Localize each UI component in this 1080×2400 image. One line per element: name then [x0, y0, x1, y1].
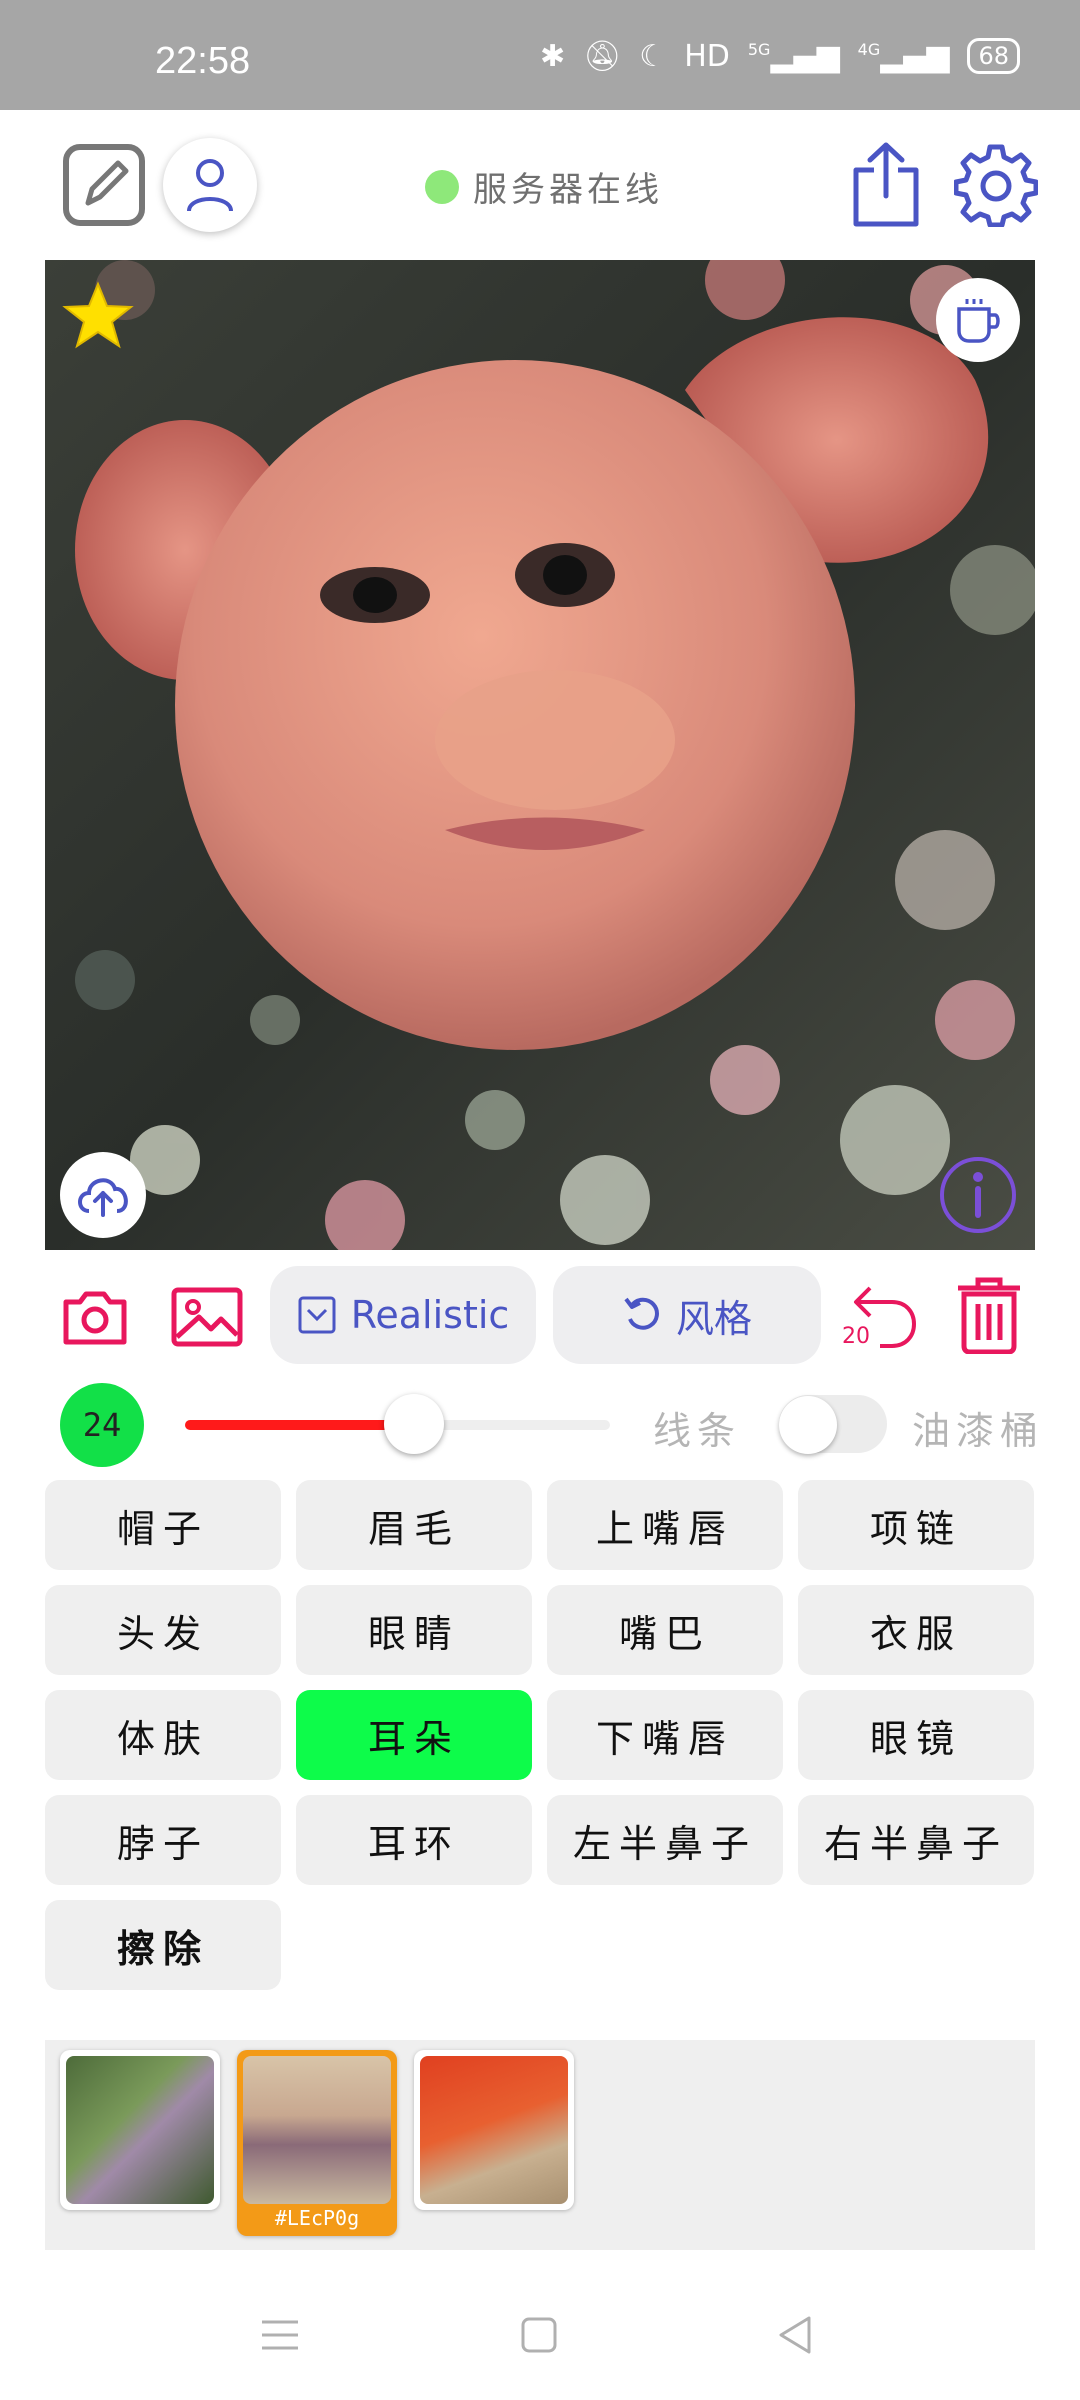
- menu-icon: [262, 2320, 298, 2350]
- part-button-clothes[interactable]: 衣服: [798, 1585, 1034, 1675]
- brush-size-indicator: 24: [60, 1383, 144, 1467]
- gallery-button[interactable]: [170, 1282, 244, 1352]
- user-button[interactable]: [163, 138, 257, 232]
- part-button-neck[interactable]: 脖子: [45, 1795, 281, 1885]
- upload-button[interactable]: [60, 1152, 146, 1238]
- paint-bucket-toggle-knob[interactable]: [779, 1396, 837, 1454]
- part-button-earrings[interactable]: 耳环: [296, 1795, 532, 1885]
- status-icons: ✱ 🔕︎ ☾ HD 5G▂▄▆ 4G▂▄▆ 68: [540, 38, 1020, 74]
- undo-count: 20: [842, 1324, 870, 1349]
- status-time: 22:58: [155, 40, 251, 82]
- star-icon: [62, 281, 134, 349]
- gear-icon: [954, 144, 1038, 227]
- lines-mode-label: 线条: [653, 1409, 742, 1453]
- history-thumbnail-image: [243, 2056, 391, 2204]
- image-icon: [171, 1287, 243, 1347]
- style-label: Realistic: [350, 1293, 510, 1337]
- undo-button[interactable]: 20: [840, 1276, 920, 1356]
- settings-button[interactable]: [954, 143, 1038, 227]
- share-icon: [853, 142, 919, 227]
- part-button-eyebrows[interactable]: 眉毛: [296, 1480, 532, 1570]
- camera-icon: [63, 1291, 127, 1345]
- home-square-icon: [521, 2317, 557, 2353]
- signal-5g-icon: 5G▂▄▆: [747, 38, 840, 74]
- status-bar: 22:58 ✱ 🔕︎ ☾ HD 5G▂▄▆ 4G▂▄▆ 68: [0, 0, 1080, 110]
- user-icon: [187, 159, 233, 212]
- history-thumbnail-active[interactable]: #LEcP0g: [237, 2050, 397, 2236]
- part-button-hair[interactable]: 头发: [45, 1585, 281, 1675]
- signal-4g-icon: 4G▂▄▆: [857, 38, 950, 74]
- network-label: HD: [684, 38, 730, 74]
- checkbox-icon: [298, 1296, 336, 1334]
- server-status-label: 服务器在线: [473, 170, 663, 210]
- part-button-upper-lip[interactable]: 上嘴唇: [547, 1480, 783, 1570]
- brush-size-slider-thumb[interactable]: [384, 1394, 444, 1454]
- server-status-dot: [425, 169, 459, 204]
- share-button[interactable]: [848, 140, 924, 230]
- part-button-right-nose[interactable]: 右半鼻子: [798, 1795, 1034, 1885]
- style-select-button[interactable]: Realistic: [270, 1266, 536, 1364]
- part-button-skin[interactable]: 体肤: [45, 1690, 281, 1780]
- part-button-mouth[interactable]: 嘴巴: [547, 1585, 783, 1675]
- erase-button[interactable]: 擦除: [45, 1900, 281, 1990]
- rotate-icon: [624, 1297, 659, 1330]
- generated-image-canvas[interactable]: [45, 260, 1035, 1250]
- part-button-eyes[interactable]: 眼睛: [296, 1585, 532, 1675]
- coffee-button[interactable]: [936, 278, 1020, 362]
- restyle-button[interactable]: 风格: [553, 1266, 821, 1364]
- restyle-label: 风格: [675, 1296, 752, 1341]
- battery-indicator: 68: [967, 38, 1020, 74]
- bluetooth-icon: ✱: [540, 38, 566, 74]
- paint-bucket-label: 油漆桶: [912, 1409, 1045, 1453]
- history-thumbnail-image: [420, 2056, 568, 2204]
- cloud-upload-icon: [78, 1178, 128, 1217]
- part-button-lower-lip[interactable]: 下嘴唇: [547, 1690, 783, 1780]
- back-triangle-icon: [779, 2316, 811, 2354]
- part-button-necklace[interactable]: 项链: [798, 1480, 1034, 1570]
- history-thumbnail[interactable]: [60, 2050, 220, 2210]
- generated-portrait-image: [45, 260, 1035, 1250]
- nav-home-button[interactable]: [514, 2310, 564, 2360]
- edit-square-icon[interactable]: [62, 143, 146, 227]
- part-button-left-nose[interactable]: 左半鼻子: [547, 1795, 783, 1885]
- delete-button[interactable]: [950, 1272, 1028, 1356]
- part-button-ears[interactable]: 耳朵: [296, 1690, 532, 1780]
- moon-icon: ☾: [639, 38, 667, 74]
- nav-back-button[interactable]: [770, 2310, 820, 2360]
- history-thumbnail[interactable]: [414, 2050, 574, 2210]
- brush-size-slider-fill: [185, 1420, 415, 1430]
- part-button-glasses[interactable]: 眼镜: [798, 1690, 1034, 1780]
- info-icon: [940, 1157, 1016, 1233]
- info-button[interactable]: [938, 1155, 1018, 1235]
- nav-menu-button[interactable]: [255, 2310, 305, 2360]
- camera-button[interactable]: [60, 1282, 130, 1352]
- trash-icon: [958, 1277, 1020, 1354]
- server-status: 服务器在线: [425, 162, 663, 211]
- history-thumbnail-image: [66, 2056, 214, 2204]
- history-thumbnail-code: #LEcP0g: [274, 2206, 360, 2230]
- coffee-icon: [957, 299, 1000, 343]
- favorite-button[interactable]: [62, 280, 134, 352]
- mute-icon: 🔕︎: [583, 38, 622, 74]
- part-button-hat[interactable]: 帽子: [45, 1480, 281, 1570]
